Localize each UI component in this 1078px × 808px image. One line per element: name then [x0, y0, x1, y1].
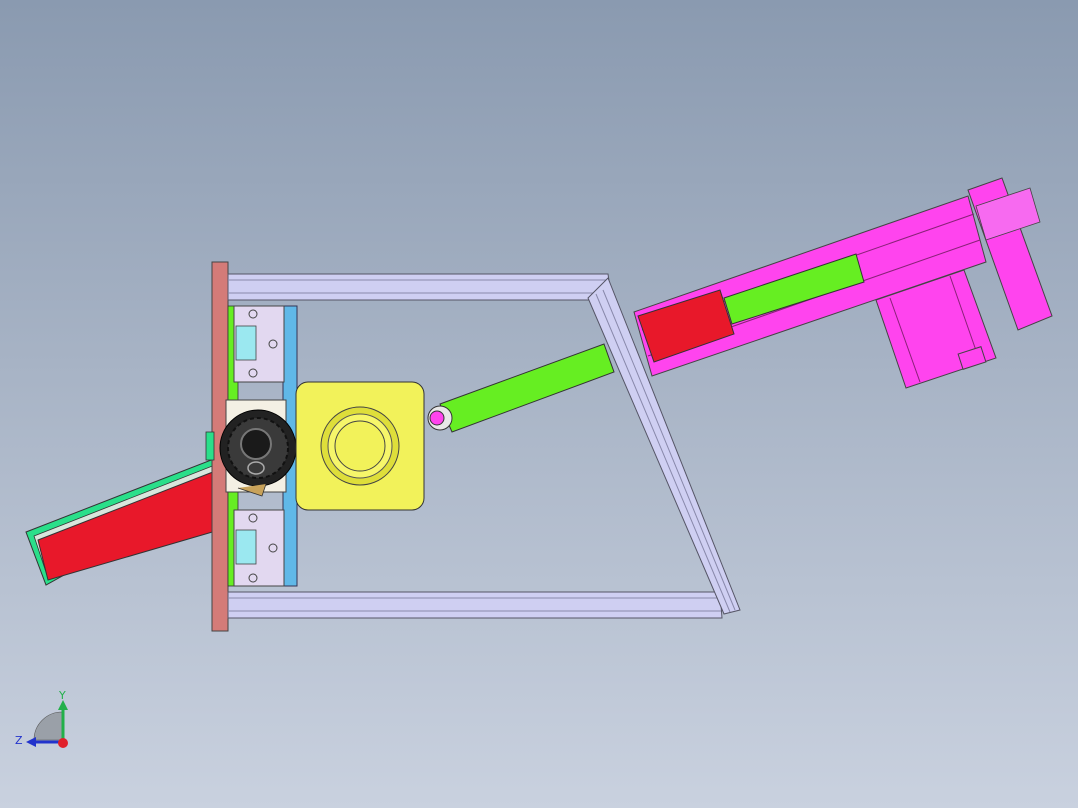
yellow-pressure-pad[interactable]	[295, 381, 425, 511]
clamp-tab	[205, 431, 215, 461]
slider-block-upper[interactable]	[233, 305, 285, 383]
assembly-scene[interactable]: Y Z	[0, 0, 1078, 808]
cad-viewport[interactable]: Y Z	[0, 0, 1078, 808]
triad-arc	[33, 711, 63, 741]
y-axis-label: Y	[58, 689, 66, 702]
piston-rod-lower[interactable]	[427, 343, 615, 433]
frame-bottom-bar[interactable]	[227, 591, 723, 619]
z-axis-label: Z	[15, 734, 23, 747]
frame-top-bar[interactable]	[227, 273, 613, 301]
slider-block-lower[interactable]	[233, 509, 285, 587]
red-barrel-assembly[interactable]	[25, 454, 233, 586]
pneumatic-cylinder[interactable]	[633, 177, 1053, 389]
x-axis-dot	[58, 738, 68, 748]
coordinate-triad[interactable]: Y Z	[15, 689, 68, 748]
